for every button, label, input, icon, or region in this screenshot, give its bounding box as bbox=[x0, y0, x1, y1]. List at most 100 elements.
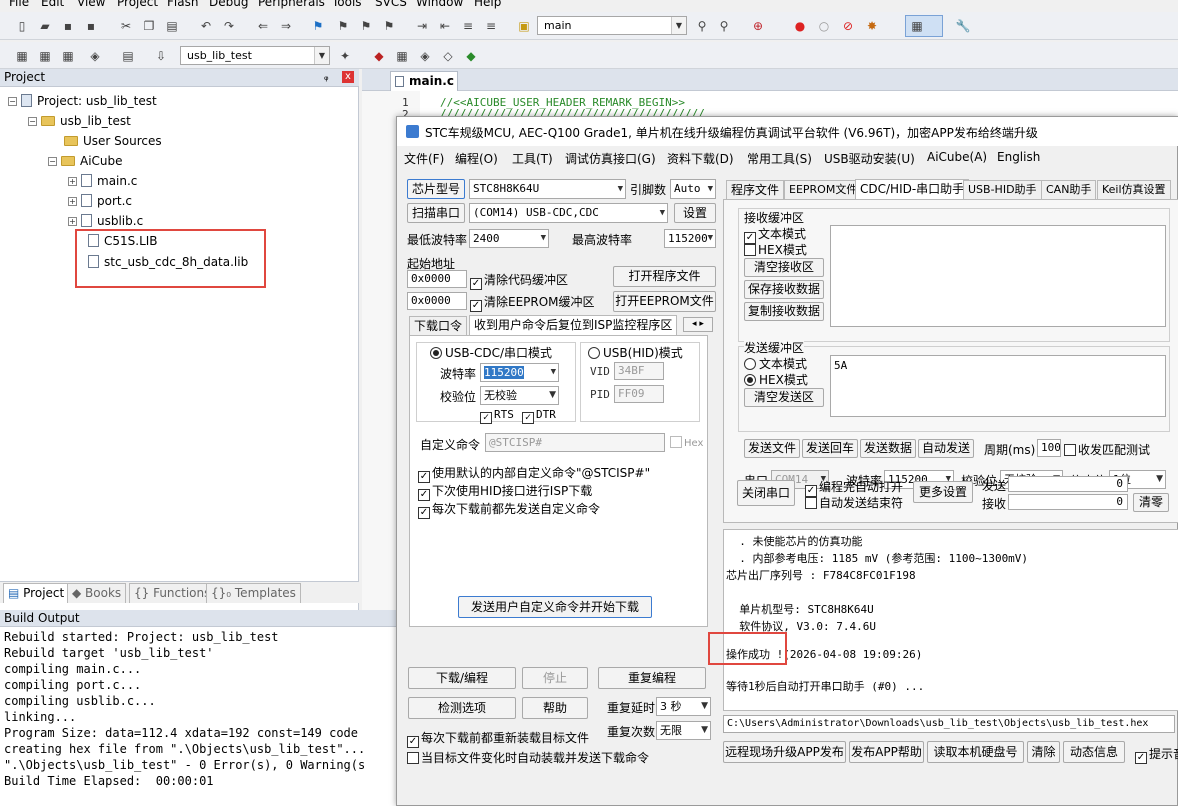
batch-build-icon[interactable]: ◈ bbox=[87, 48, 103, 64]
bookmark-next-icon[interactable]: ⚑ bbox=[358, 18, 374, 34]
stc-menu-common[interactable]: 常用工具(S) bbox=[747, 150, 812, 167]
port-settings-button[interactable]: 设置 bbox=[674, 203, 716, 223]
tab-download-password[interactable]: 下载口令 bbox=[409, 316, 468, 336]
load-icon[interactable]: ⇩ bbox=[153, 48, 169, 64]
stc-menu-debug[interactable]: 调试仿真接口(G) bbox=[565, 150, 656, 167]
menu-file[interactable]: File bbox=[9, 0, 29, 9]
target-select[interactable]: usb_lib_test ▼ bbox=[180, 46, 330, 65]
send-cmd-before-checkbox[interactable]: ✓ 每次下载前都先发送自定义命令 bbox=[418, 500, 600, 519]
custom-cmd-input[interactable]: @STCISP# bbox=[485, 433, 665, 452]
window-layout-button[interactable]: ▦ bbox=[905, 15, 943, 37]
vid-input[interactable]: 34BF bbox=[614, 362, 664, 380]
close-icon[interactable]: x bbox=[342, 71, 354, 83]
clear-count-button[interactable]: 清零 bbox=[1133, 493, 1169, 512]
open-folder-icon[interactable]: ▰ bbox=[37, 18, 53, 34]
min-baud-select[interactable]: 2400 ▼ bbox=[469, 229, 549, 248]
menu-edit[interactable]: Edit bbox=[41, 0, 64, 9]
repeat-delay-select[interactable]: 3 秒 ▼ bbox=[656, 697, 711, 716]
help-button[interactable]: 帮助 bbox=[522, 697, 588, 719]
tab-scroll-arrows[interactable]: ◂ ▸ bbox=[683, 317, 713, 332]
menu-debug[interactable]: Debug bbox=[209, 0, 248, 9]
repeat-program-button[interactable]: 重复编程 bbox=[598, 667, 706, 689]
dynamic-info-button[interactable]: 动态信息 bbox=[1063, 741, 1125, 763]
clear-recv-button[interactable]: 清空接收区 bbox=[744, 258, 824, 277]
usb-hid-radio[interactable]: USB(HID)模式 bbox=[588, 344, 683, 361]
tab-templates[interactable]: {}₀ Templates bbox=[206, 583, 301, 603]
tab-reset-isp[interactable]: 收到用户命令后复位到ISP监控程序区 bbox=[469, 315, 678, 335]
use-hid-next-checkbox[interactable]: ✓ 下次使用HID接口进行ISP下载 bbox=[418, 482, 592, 501]
debug-start-icon[interactable]: ⊕ bbox=[750, 18, 766, 34]
stc-menu-program[interactable]: 编程(O) bbox=[455, 150, 498, 167]
send-cmd-start-button[interactable]: 发送用户自定义命令并开始下载 bbox=[458, 596, 652, 618]
stc-menu-english[interactable]: English bbox=[997, 150, 1040, 164]
tab-functions[interactable]: {} Functions bbox=[129, 583, 216, 603]
bookmark-prev-icon[interactable]: ⚑ bbox=[335, 18, 351, 34]
unindent-icon[interactable]: ⇤ bbox=[437, 18, 453, 34]
auto-load-checkbox[interactable]: 当目标文件变化时自动装载并发送下载命令 bbox=[407, 749, 649, 766]
rebuild-icon[interactable]: ▦ bbox=[60, 48, 76, 64]
tree-file-port-c[interactable]: + port.c bbox=[68, 192, 132, 210]
tab-can[interactable]: CAN助手 bbox=[1041, 180, 1097, 200]
more-settings-button[interactable]: 更多设置 bbox=[913, 481, 973, 503]
collapse-icon[interactable]: − bbox=[48, 157, 57, 166]
breakpoint-all-icon[interactable]: ✸ bbox=[864, 18, 880, 34]
expand-icon[interactable]: + bbox=[68, 197, 77, 206]
incremental-find-icon[interactable]: ⚲ bbox=[716, 18, 732, 34]
reload-before-checkbox[interactable]: ✓ 每次下载前都重新装载目标文件 bbox=[407, 729, 589, 748]
rts-checkbox[interactable]: ✓ RTS bbox=[480, 408, 514, 424]
redo-icon[interactable]: ↷ bbox=[221, 18, 237, 34]
baud-select[interactable]: 115200 ▼ bbox=[480, 363, 559, 382]
clear-log-button[interactable]: 清除 bbox=[1027, 741, 1060, 763]
menu-flash[interactable]: Flash bbox=[167, 0, 198, 9]
uncomment-icon[interactable]: ≡ bbox=[483, 18, 499, 34]
eeprom-addr-input[interactable]: 0x0000 bbox=[407, 292, 467, 310]
pins-select[interactable]: Auto ▼ bbox=[670, 179, 716, 199]
tab-cdc-hid-serial[interactable]: CDC/HID-串口助手 bbox=[855, 179, 970, 199]
recv-hex-mode-checkbox[interactable]: HEX模式 bbox=[744, 241, 807, 258]
tree-group-aicube[interactable]: − AiCube bbox=[48, 152, 123, 170]
auto-send-end-checkbox[interactable]: 自动发送结束符 bbox=[805, 494, 903, 511]
code-addr-input[interactable]: 0x0000 bbox=[407, 270, 467, 288]
close-port-button[interactable]: 关闭串口 bbox=[737, 480, 795, 506]
match-test-checkbox[interactable]: 收发匹配测试 bbox=[1064, 441, 1150, 458]
open-eeprom-file-button[interactable]: 打开EEPROM文件 bbox=[613, 291, 716, 312]
paste-icon[interactable]: ▤ bbox=[164, 18, 180, 34]
hex-checkbox[interactable]: Hex bbox=[670, 436, 703, 449]
check-options-button[interactable]: 检测选项 bbox=[408, 697, 516, 719]
find-combo[interactable]: main ▼ bbox=[537, 16, 687, 35]
build-icon[interactable]: ▦ bbox=[37, 48, 53, 64]
comment-icon[interactable]: ≡ bbox=[460, 18, 476, 34]
tab-program-file[interactable]: 程序文件 bbox=[726, 180, 785, 200]
menu-project[interactable]: Project bbox=[117, 0, 158, 9]
save-all-icon[interactable]: ▪ bbox=[83, 18, 99, 34]
pin-icon[interactable]: ᵩ bbox=[324, 69, 329, 85]
send-enter-button[interactable]: 发送回车 bbox=[802, 439, 858, 458]
undo-icon[interactable]: ↶ bbox=[198, 18, 214, 34]
port-select[interactable]: (COM14) USB-CDC,CDC ▼ bbox=[469, 203, 668, 223]
find-icon[interactable]: ⚲ bbox=[694, 18, 710, 34]
config-wrench-icon[interactable]: 🔧 bbox=[955, 18, 971, 34]
translate-icon[interactable]: ▦ bbox=[14, 48, 30, 64]
stc-menu-aicube[interactable]: AiCube(A) bbox=[927, 150, 987, 164]
send-textarea[interactable]: 5A bbox=[830, 355, 1166, 417]
copy-icon[interactable]: ❐ bbox=[141, 18, 157, 34]
tab-main-c[interactable]: main.c bbox=[390, 71, 458, 91]
auto-send-button[interactable]: 自动发送 bbox=[918, 439, 974, 458]
expand-icon[interactable]: + bbox=[68, 177, 77, 186]
breakpoint-icon[interactable]: ● bbox=[792, 18, 808, 34]
nav-back-icon[interactable]: ⇐ bbox=[255, 18, 271, 34]
save-recv-button[interactable]: 保存接收数据 bbox=[744, 280, 824, 299]
copy-recv-button[interactable]: 复制接收数据 bbox=[744, 302, 824, 321]
open-program-file-button[interactable]: 打开程序文件 bbox=[613, 266, 716, 287]
cut-icon[interactable]: ✂ bbox=[118, 18, 134, 34]
max-baud-select[interactable]: 115200 ▼ bbox=[664, 229, 716, 248]
tree-file-usblib-c[interactable]: + usblib.c bbox=[68, 212, 143, 230]
bookmark-clear-icon[interactable]: ⚑ bbox=[381, 18, 397, 34]
indent-icon[interactable]: ⇥ bbox=[414, 18, 430, 34]
breakpoint-disable-icon[interactable]: ○ bbox=[816, 18, 832, 34]
stop-button[interactable]: 停止 bbox=[522, 667, 588, 689]
tab-project[interactable]: ▤ Project bbox=[3, 583, 70, 603]
expand-icon[interactable]: + bbox=[68, 217, 77, 226]
stc-menu-docs[interactable]: 资料下载(D) bbox=[667, 150, 734, 167]
usb-cdc-radio[interactable]: USB-CDC/串口模式 bbox=[430, 344, 553, 361]
